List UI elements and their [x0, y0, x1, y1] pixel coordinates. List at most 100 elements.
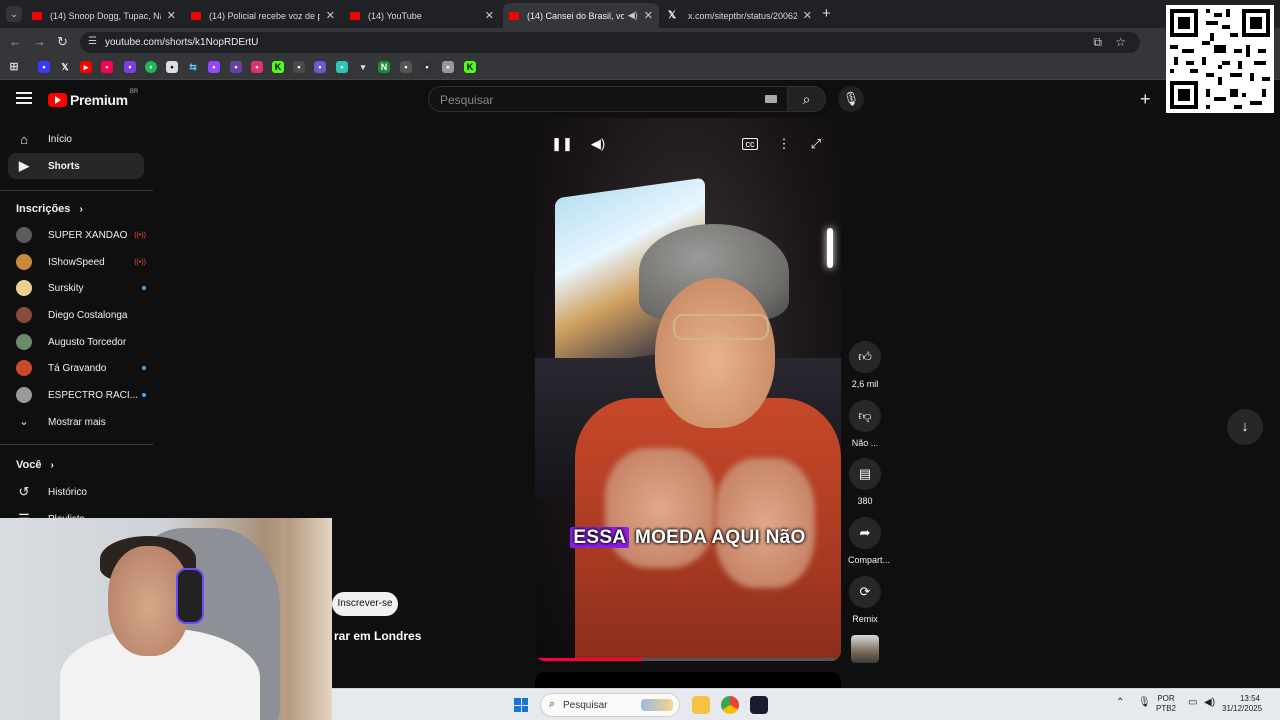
arrow-down-icon: ↓: [1241, 418, 1249, 435]
bookmark-icon-4[interactable]: •: [101, 61, 113, 73]
bookmark-instagram-icon[interactable]: •: [251, 61, 263, 73]
bookmark-icon-19[interactable]: •: [421, 61, 433, 73]
league-of-legends-icon[interactable]: [750, 696, 768, 714]
youtube-premium-logo[interactable]: Premium BR: [48, 89, 138, 108]
share-label: Compart...: [848, 555, 891, 565]
bookmark-icon-20[interactable]: •: [442, 61, 454, 73]
bookmark-icon-15[interactable]: •: [336, 61, 348, 73]
home-icon: ⌂: [20, 131, 28, 147]
sidebar-item-label: Início: [48, 133, 72, 145]
sidebar-item-home[interactable]: ⌂ Início: [8, 126, 144, 152]
bookmark-icon-7[interactable]: •: [166, 61, 178, 73]
file-explorer-icon[interactable]: [692, 696, 710, 714]
bookmark-spotify-icon[interactable]: •: [145, 61, 157, 73]
apps-grid-icon[interactable]: ⊞: [8, 61, 20, 73]
subscription-item[interactable]: Tá Gravando: [16, 358, 146, 378]
url-field[interactable]: ☰ youtube.com/shorts/k1NopRDErtU ⧉ ☆: [80, 32, 1140, 53]
pause-icon[interactable]: ❚❚: [551, 136, 573, 152]
chevron-up-icon[interactable]: ⌃: [1116, 697, 1124, 708]
taskbar-search[interactable]: ⌕ Pesquisar: [540, 693, 680, 717]
input-language[interactable]: POR PTB2: [1156, 694, 1176, 714]
close-icon[interactable]: ✕: [803, 9, 812, 22]
voice-search-button[interactable]: 🎙: [838, 86, 864, 112]
chrome-icon[interactable]: [721, 696, 739, 714]
bookmark-kick-icon-2[interactable]: K: [464, 61, 476, 73]
volume-icon[interactable]: ◀): [1204, 697, 1215, 708]
bookmark-kick-icon[interactable]: K: [272, 61, 284, 73]
remix-button[interactable]: ⟳ Remix: [848, 576, 882, 624]
bookmark-icon-14[interactable]: •: [314, 61, 326, 73]
language-code: POR: [1157, 694, 1175, 703]
microphone-icon[interactable]: 🎙: [1138, 697, 1151, 708]
bookmark-star-icon[interactable]: ☆: [1115, 35, 1126, 49]
tab-search-button[interactable]: ⌄: [6, 6, 22, 22]
short-title[interactable]: rar em Londres: [334, 629, 421, 643]
captions-icon[interactable]: cc: [742, 138, 758, 150]
bookmark-icon-9[interactable]: •: [208, 61, 220, 73]
close-icon[interactable]: ✕: [644, 9, 653, 22]
browser-tab-5[interactable]: 𝕏 x.com/siteptbr/status/20062228 ✕: [662, 3, 818, 28]
subscription-item[interactable]: IShowSpeed ((•)): [16, 252, 146, 272]
channel-avatar[interactable]: [851, 635, 879, 663]
browser-tab-bar: ⌄ (14) Snoop Dogg, Tupac, Nate D ✕ (14) …: [0, 0, 1280, 28]
volume-icon[interactable]: ◀): [587, 136, 609, 152]
chevron-down-icon: ⌄: [19, 416, 29, 428]
back-icon[interactable]: ←: [9, 34, 22, 49]
like-button[interactable]: 👍︎ 2,6 mil: [848, 341, 882, 389]
speaker-icon[interactable]: ◀): [628, 10, 638, 21]
browser-tab-3[interactable]: (14) YouTube ✕: [344, 3, 500, 28]
subscription-item[interactable]: ESPECTRO RACI...: [16, 385, 146, 405]
fullscreen-icon[interactable]: ⤢: [805, 136, 827, 152]
subscription-item[interactable]: Surskity: [16, 278, 146, 298]
dislike-button[interactable]: 👎︎ Não ...: [848, 400, 882, 448]
close-icon[interactable]: ✕: [326, 9, 335, 22]
video-progress-bar[interactable]: [535, 658, 841, 661]
bookmark-youtube-icon[interactable]: ▸: [80, 61, 92, 73]
share-button[interactable]: ➦ Compart...: [848, 517, 891, 565]
sidebar-item-history[interactable]: ↺ Histórico: [8, 479, 144, 505]
subscribe-button[interactable]: Inscrever-se: [332, 592, 398, 616]
bookmark-twitch-icon[interactable]: •: [124, 61, 136, 73]
browser-tab-4[interactable]: (14) Cansei do Brasil, vou m ◀) ✕: [503, 3, 659, 28]
forward-icon[interactable]: →: [33, 34, 46, 49]
create-plus-icon[interactable]: +: [1140, 89, 1151, 110]
search-input[interactable]: Pesquisar: [428, 86, 788, 112]
browser-tab-2[interactable]: (14) Policial recebe voz de prisã ✕: [185, 3, 341, 28]
bookmark-icon-13[interactable]: •: [293, 61, 305, 73]
subscriptions-heading[interactable]: Inscrições ›: [16, 203, 83, 215]
subscription-item[interactable]: Augusto Torcedor: [16, 332, 146, 352]
close-icon[interactable]: ✕: [167, 9, 176, 22]
thumbs-down-icon: 👎︎: [849, 400, 881, 432]
sidebar-item-shorts[interactable]: ▶ Shorts: [8, 153, 144, 179]
bookmark-x-icon[interactable]: 𝕏: [59, 61, 71, 73]
site-info-icon[interactable]: ☰: [88, 36, 97, 47]
reload-icon[interactable]: ↻: [57, 34, 68, 50]
close-icon[interactable]: ✕: [485, 9, 494, 22]
bookmark-icon-1[interactable]: •: [38, 61, 50, 73]
short-video-player[interactable]: ❚❚ ◀) cc ⋮ ⤢ ESSA MOEDA AQUI NãO: [535, 118, 841, 661]
new-tab-icon[interactable]: +: [822, 5, 831, 22]
install-app-icon[interactable]: ⧉: [1093, 35, 1102, 50]
system-clock[interactable]: 13:54 31/12/2025: [1222, 694, 1262, 714]
next-short-button[interactable]: ↓: [1227, 409, 1263, 445]
bookmark-icon-8[interactable]: ⇆: [187, 61, 199, 73]
search-button[interactable]: ⌕: [788, 86, 826, 112]
show-more-button[interactable]: ⌄ Mostrar mais: [16, 412, 146, 432]
comments-button[interactable]: ▤ 380: [848, 458, 882, 506]
remix-icon: ⟳: [849, 576, 881, 608]
keyboard-icon[interactable]: [765, 95, 777, 103]
subscription-item[interactable]: SUPER XANDÃO ((•)): [16, 225, 146, 245]
windows-start-icon[interactable]: [514, 698, 528, 712]
subscription-item[interactable]: Diego Costalonga: [16, 305, 146, 325]
bookmark-icon-18[interactable]: •: [400, 61, 412, 73]
browser-tab-1[interactable]: (14) Snoop Dogg, Tupac, Nate D ✕: [26, 3, 182, 28]
bookmark-icon-16[interactable]: ▾: [357, 61, 369, 73]
network-icon[interactable]: ▭: [1188, 697, 1197, 708]
you-heading[interactable]: Você ›: [16, 459, 54, 471]
avatar: [16, 334, 32, 350]
guide-menu-button[interactable]: [16, 90, 32, 106]
bookmark-icon-10[interactable]: •: [230, 61, 242, 73]
bookmark-icon-17[interactable]: N: [378, 61, 390, 73]
more-options-icon[interactable]: ⋮: [773, 136, 795, 152]
search-highlight-icon: [641, 699, 673, 711]
